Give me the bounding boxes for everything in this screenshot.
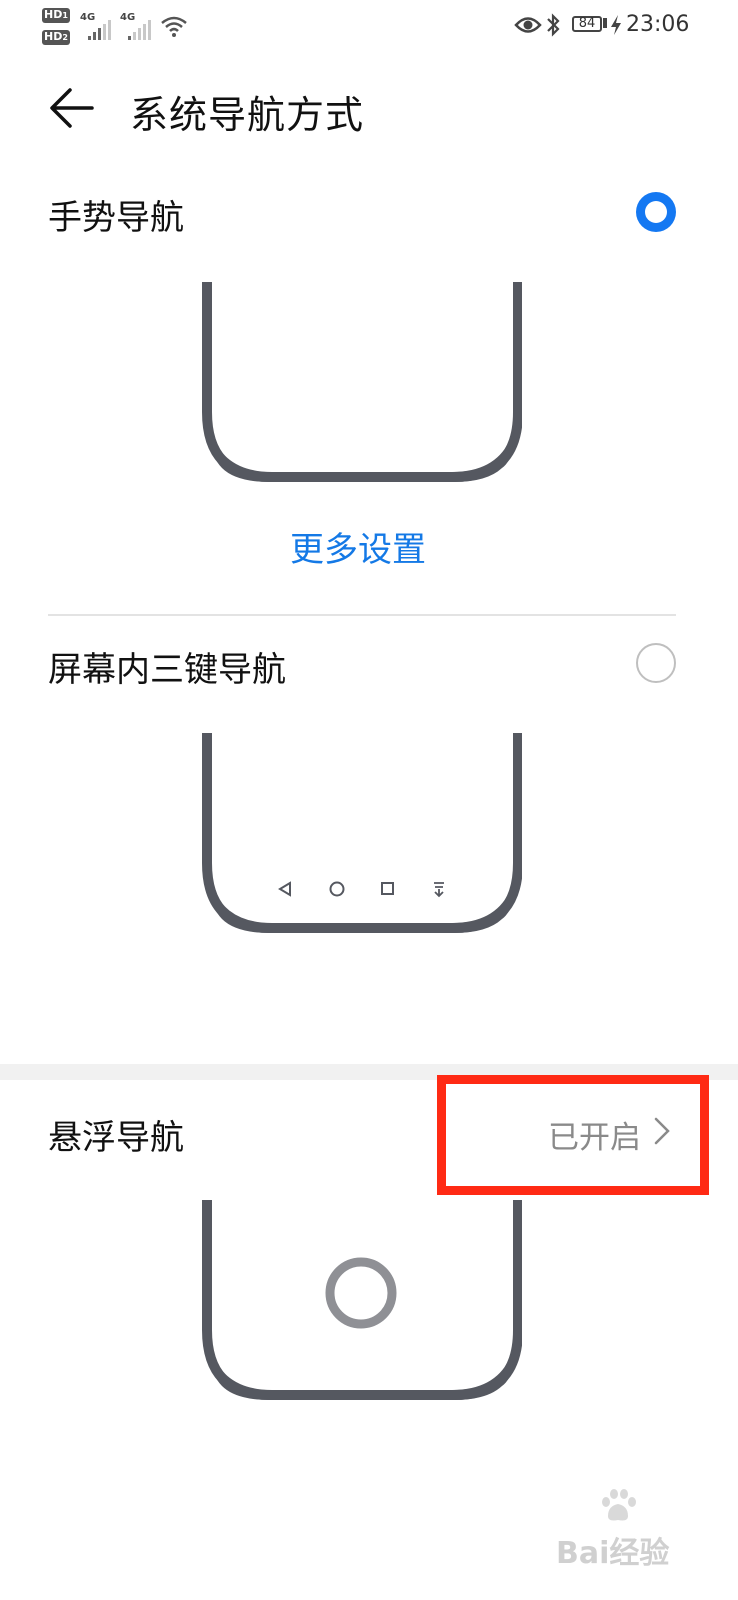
- battery-tip-icon: [603, 18, 607, 28]
- bluetooth-icon: [547, 13, 560, 37]
- floating-phone-illustration: [202, 1200, 522, 1400]
- charging-icon: [611, 15, 621, 35]
- baidu-paw-icon: [602, 1489, 636, 1521]
- clock: 23:06: [626, 12, 690, 37]
- floating-dock-icon: [325, 1257, 397, 1329]
- gesture-phone-illustration: [202, 282, 522, 482]
- highlight-box: [437, 1075, 709, 1195]
- three-key-phone-illustration: [202, 733, 522, 933]
- more-settings-link[interactable]: 更多设置: [290, 522, 426, 571]
- battery-icon: 84: [572, 16, 602, 32]
- home-circle-icon: [329, 881, 345, 897]
- option-label-gesture[interactable]: 手势导航: [48, 190, 184, 239]
- page-title: 系统导航方式: [130, 93, 365, 137]
- radio-three-key[interactable]: [636, 643, 676, 683]
- watermark-text: Bai经验: [556, 1536, 670, 1571]
- notification-down-icon: [434, 882, 444, 898]
- wifi-icon: [161, 16, 187, 37]
- eye-icon: [514, 17, 542, 33]
- option-label-floating[interactable]: 悬浮导航: [48, 1110, 184, 1159]
- back-triangle-icon: [278, 881, 291, 897]
- back-arrow-icon[interactable]: [46, 82, 98, 134]
- hd-badge-sim1: HD1: [42, 8, 70, 23]
- divider: [48, 614, 676, 616]
- radio-gesture-selected[interactable]: [636, 192, 676, 232]
- hd-badge-sim2: HD2: [42, 30, 70, 45]
- status-bar: HD1 HD2 4G 4G 84 23:06: [42, 8, 690, 45]
- recent-square-icon: [381, 882, 394, 895]
- option-label-three-key[interactable]: 屏幕内三键导航: [48, 642, 286, 691]
